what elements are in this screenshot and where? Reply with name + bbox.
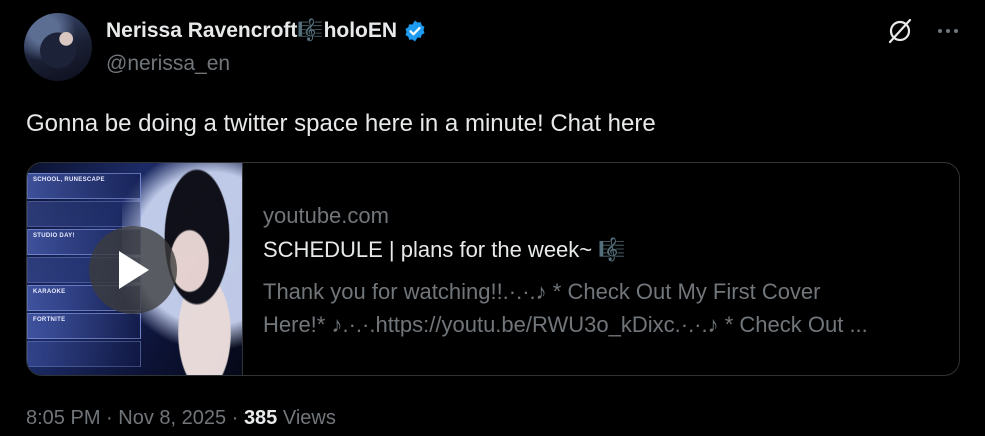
thumbnail-panel-blank: [27, 201, 141, 227]
views-label: Views: [282, 407, 336, 429]
thumbnail-panel-blank: [27, 341, 141, 367]
thumbnail-panel: FORTNITE: [27, 313, 141, 339]
display-name[interactable]: Nerissa Ravencroft🎼holoEN: [106, 19, 397, 43]
tweet-actions-top: [887, 18, 961, 44]
tweet-meta: 8:05 PM · Nov 8, 2025 · 385 Views: [26, 407, 336, 430]
card-body: youtube.com SCHEDULE | plans for the wee…: [243, 163, 943, 375]
tweet-time[interactable]: 8:05 PM: [26, 407, 100, 429]
tweet-date[interactable]: Nov 8, 2025: [118, 407, 226, 429]
separator: ·: [106, 407, 113, 429]
card-thumbnail[interactable]: SCHOOL, RUNESCAPE STUDIO DAY! KARAOKE FO…: [27, 163, 243, 375]
avatar[interactable]: [24, 13, 92, 81]
link-card[interactable]: SCHOOL, RUNESCAPE STUDIO DAY! KARAOKE FO…: [26, 162, 960, 376]
thumbnail-panel: SCHOOL, RUNESCAPE: [27, 173, 141, 199]
more-icon[interactable]: [935, 18, 961, 44]
separator: ·: [231, 407, 239, 429]
author-name-row: Nerissa Ravencroft🎼holoEN: [106, 16, 427, 46]
card-title[interactable]: SCHEDULE | plans for the week~ 🎼: [263, 237, 943, 273]
card-description: Thank you for watching!!.·.·.♪ * Check O…: [263, 279, 868, 337]
author-handle[interactable]: @nerissa_en: [106, 52, 230, 76]
tweet-text: Gonna be doing a twitter space here in a…: [26, 110, 656, 137]
play-icon: [119, 251, 149, 289]
grok-icon[interactable]: [887, 18, 913, 44]
play-button[interactable]: [89, 226, 177, 314]
card-domain: youtube.com: [263, 203, 389, 228]
views-count: 385: [243, 407, 278, 429]
verified-badge-icon[interactable]: [403, 19, 427, 43]
